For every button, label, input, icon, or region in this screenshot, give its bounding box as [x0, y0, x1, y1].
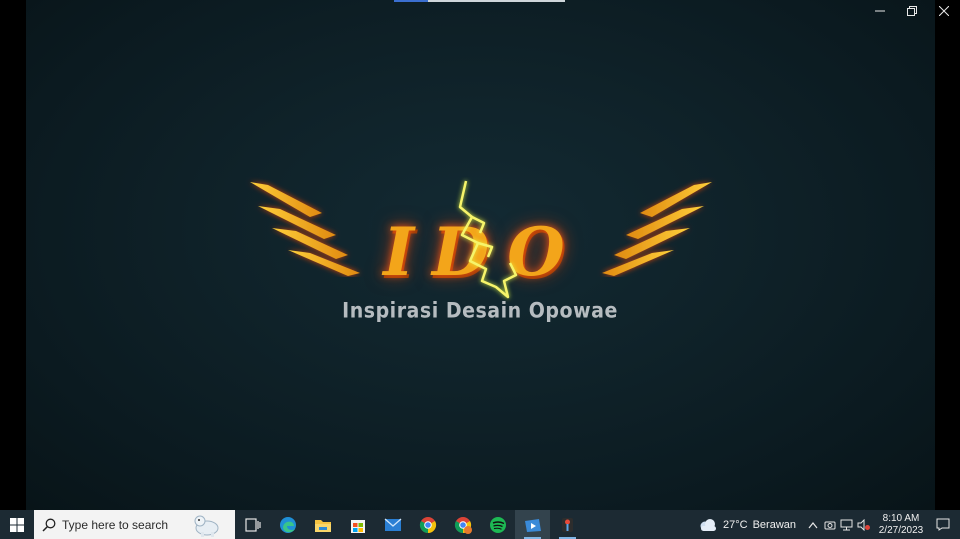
- taskbar: Type here to search 27°C Berawan 8:10 AM…: [0, 510, 960, 539]
- close-button[interactable]: [928, 0, 960, 22]
- clock-date: 2/27/2023: [878, 524, 924, 536]
- search-placeholder: Type here to search: [62, 517, 169, 532]
- spotify-button[interactable]: [480, 510, 515, 539]
- weather-widget[interactable]: 27°C Berawan: [698, 518, 796, 532]
- mail-button[interactable]: [375, 510, 410, 539]
- task-view-icon: [244, 517, 261, 532]
- notification-center-button[interactable]: [926, 510, 960, 539]
- restore-icon: [907, 6, 917, 16]
- network-button[interactable]: [838, 510, 855, 539]
- logo-subtitle: Inspirasi Desain Opowae: [342, 298, 618, 324]
- windows-logo-icon: [10, 517, 24, 532]
- right-wing-icon: [602, 182, 712, 276]
- progress-strip[interactable]: [394, 0, 565, 2]
- app-tool-button[interactable]: [550, 510, 585, 539]
- minimize-button[interactable]: [864, 0, 896, 22]
- meet-now-button[interactable]: [821, 510, 838, 539]
- spotify-icon: [489, 516, 506, 533]
- chevron-up-icon: [808, 521, 817, 528]
- window-controls: [864, 0, 960, 22]
- chrome-icon: [419, 516, 436, 533]
- media-player-icon: [524, 518, 541, 532]
- chrome-profile-button[interactable]: [445, 510, 480, 539]
- store-icon: [350, 519, 365, 533]
- edge-button[interactable]: [270, 510, 305, 539]
- lightning-bolt-icon: [458, 180, 518, 299]
- media-player-button[interactable]: [515, 510, 550, 539]
- chrome-button[interactable]: [410, 510, 445, 539]
- search-highlight-icon: [194, 515, 219, 537]
- folder-icon: [314, 519, 331, 532]
- weather-temperature: 27°C: [723, 518, 748, 531]
- minimize-icon: [875, 10, 885, 12]
- clock-time: 8:10 AM: [882, 512, 920, 524]
- file-explorer-button[interactable]: [305, 510, 340, 539]
- ido-logo: IDO Inspirasi Desain Opowae: [240, 175, 720, 335]
- search-box[interactable]: Type here to search: [34, 510, 235, 539]
- app-tool-icon: [561, 517, 573, 532]
- chrome-profile-icon: [454, 516, 472, 534]
- camera-icon: [824, 521, 835, 529]
- progress-fill: [394, 0, 429, 2]
- clock[interactable]: 8:10 AM 2/27/2023: [876, 513, 926, 537]
- microsoft-store-button[interactable]: [340, 510, 375, 539]
- restore-button[interactable]: [896, 0, 928, 22]
- edge-icon: [279, 516, 296, 533]
- weather-condition: Berawan: [752, 518, 796, 531]
- volume-button[interactable]: [855, 510, 872, 539]
- system-tray: 27°C Berawan 8:10 AM 2/27/2023: [698, 510, 960, 539]
- notification-icon: [936, 518, 950, 531]
- close-icon: [939, 6, 949, 16]
- network-icon: [840, 519, 853, 530]
- left-wing-icon: [250, 182, 360, 276]
- cloudy-weather-icon: [700, 518, 716, 531]
- mail-icon: [384, 518, 401, 531]
- task-view-button[interactable]: [235, 510, 270, 539]
- show-hidden-icons-button[interactable]: [804, 510, 821, 539]
- volume-muted-icon: [857, 518, 870, 531]
- search-icon: [42, 518, 56, 532]
- start-button[interactable]: [0, 510, 34, 539]
